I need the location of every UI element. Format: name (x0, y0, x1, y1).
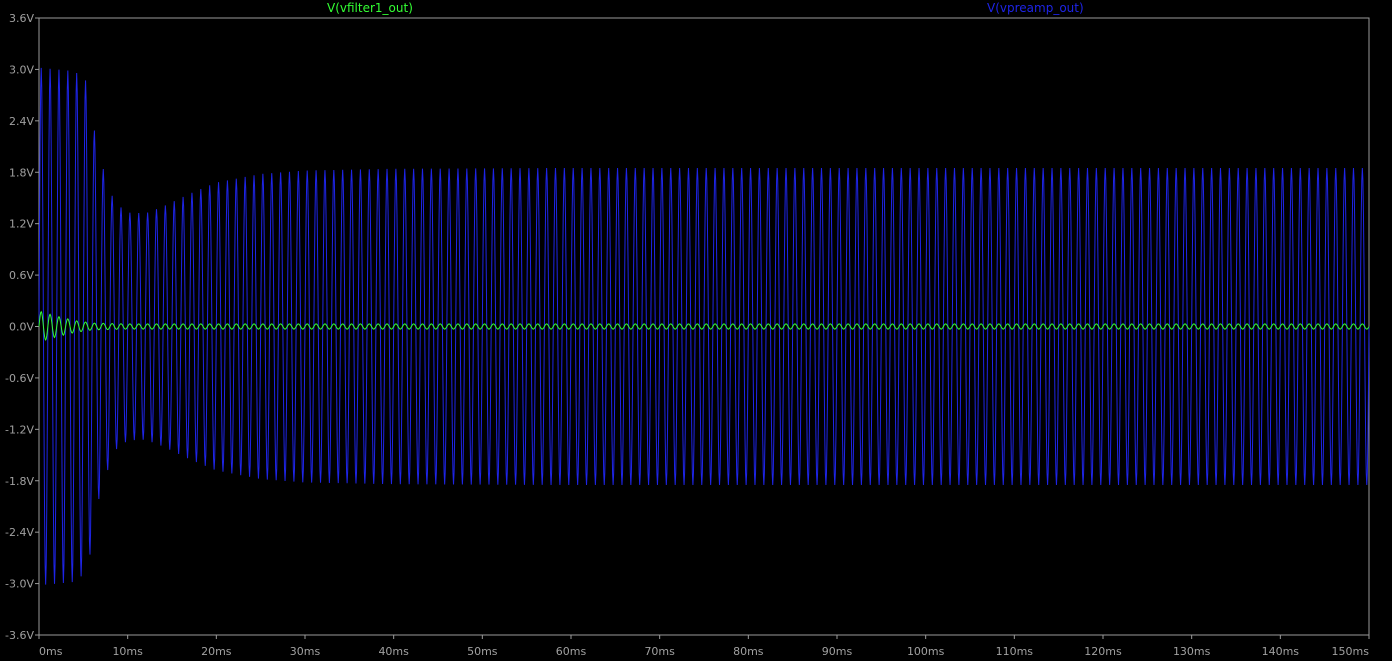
y-tick-label: 0.6V (9, 269, 34, 282)
y-tick-label: -0.6V (5, 372, 34, 385)
legend-vpreamp-out[interactable]: V(vpreamp_out) (987, 1, 1084, 15)
x-tick-label: 0ms (39, 645, 63, 658)
y-tick-label: 2.4V (9, 115, 34, 128)
x-tick-label: 120ms (1084, 645, 1122, 658)
y-tick-label: 3.6V (9, 12, 34, 25)
x-tick-label: 100ms (907, 645, 945, 658)
x-tick-label: 60ms (556, 645, 587, 658)
y-tick-label: 0.0V (9, 321, 34, 334)
x-tick-label: 110ms (996, 645, 1034, 658)
y-tick-label: -1.2V (5, 423, 34, 436)
x-tick-label: 140ms (1262, 645, 1300, 658)
x-tick-label: 150ms (1332, 645, 1370, 658)
y-tick-label: -1.8V (5, 475, 34, 488)
series-traces (38, 67, 1370, 585)
x-tick-label: 70ms (644, 645, 675, 658)
x-tick-label: 40ms (378, 645, 409, 658)
y-tick-label: -2.4V (5, 526, 34, 539)
y-tick-label: -3.0V (5, 578, 34, 591)
x-tick-label: 80ms (733, 645, 764, 658)
x-tick-label: 90ms (822, 645, 853, 658)
x-tick-label: 10ms (112, 645, 143, 658)
x-tick-label: 20ms (201, 645, 232, 658)
y-tick-label: 3.0V (9, 63, 34, 76)
x-tick-label: 130ms (1173, 645, 1211, 658)
x-tick-label: 30ms (290, 645, 321, 658)
x-tick-label: 50ms (467, 645, 498, 658)
legend-vfilter1-out[interactable]: V(vfilter1_out) (327, 1, 413, 15)
y-tick-label: 1.8V (9, 166, 34, 179)
waveform-plot: 3.6V 3.0V 2.4V 1.8V 1.2V 0.6V 0.0V -0.6V -1.2V -1… (5, 12, 1370, 658)
y-tick-label: -3.6V (5, 629, 34, 642)
y-tick-label: 1.2V (9, 218, 34, 231)
